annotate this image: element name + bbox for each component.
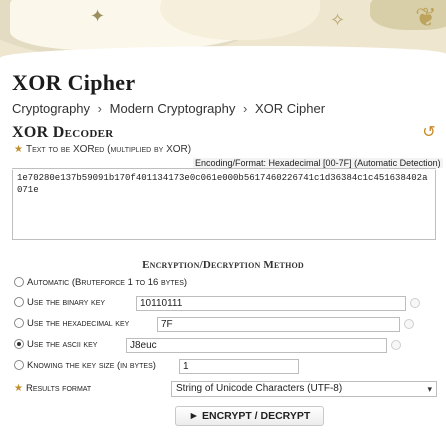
- textarea-border: [12, 168, 436, 169]
- breadcrumb-separator: ›: [97, 101, 103, 116]
- radio-button[interactable]: [14, 276, 24, 287]
- option-key-size[interactable]: Knowing the key size (in bytes): [14, 359, 156, 371]
- banner-glyph: ✧: [330, 10, 346, 30]
- radio-button[interactable]: [14, 338, 24, 349]
- breadcrumb-item[interactable]: XOR Cipher: [255, 101, 325, 116]
- breadcrumb-separator: ›: [243, 101, 248, 116]
- results-format-label: ★ Results format: [14, 383, 92, 395]
- radio-button[interactable]: [14, 317, 24, 328]
- results-format-select[interactable]: String of Unicode Characters (UTF-8) ▾: [171, 381, 437, 397]
- clear-icon[interactable]: [391, 340, 401, 350]
- clear-icon[interactable]: [404, 319, 414, 329]
- refresh-icon[interactable]: ↺: [421, 125, 437, 141]
- cipher-text-input[interactable]: 1e70280e137b59091b170f401134173e0c061e00…: [12, 170, 436, 240]
- clear-icon[interactable]: [410, 298, 420, 308]
- breadcrumb-item[interactable]: Modern Cryptography: [110, 101, 236, 116]
- star-icon: ★: [14, 383, 23, 395]
- banner-glyph: ✦: [90, 6, 106, 26]
- encrypt-decrypt-button[interactable]: ► ENCRYPT / DECRYPT: [175, 406, 324, 426]
- hex-key-input[interactable]: 7F: [157, 317, 400, 332]
- header-banner: ✦ ✧ ❦: [0, 0, 446, 62]
- key-size-input[interactable]: 1: [179, 359, 299, 374]
- ascii-key-input[interactable]: J8euc: [126, 338, 387, 353]
- page-title: XOR Cipher: [12, 70, 136, 95]
- text-field-label: ★ Text to be XORed (multiplied by XOR): [14, 144, 192, 155]
- breadcrumb-item[interactable]: Cryptography: [12, 101, 90, 116]
- option-binary-key[interactable]: Use the binary key: [14, 296, 105, 308]
- chevron-down-icon: ▾: [427, 384, 432, 394]
- breadcrumb: Cryptography › Modern Cryptography › XOR…: [12, 101, 329, 116]
- encoding-format-label: Encoding/Format: Hexadecimal [00-7F] (Au…: [193, 158, 443, 168]
- decoder-title: XOR Decoder: [12, 124, 114, 141]
- option-automatic[interactable]: Automatic (Bruteforce 1 to 16 bytes): [14, 276, 187, 288]
- star-icon: ★: [14, 144, 23, 155]
- method-section-title: Encryption/Decryption Method: [142, 259, 304, 271]
- binary-key-input[interactable]: 10110111: [136, 296, 406, 311]
- banner-glyph: ❦: [415, 2, 437, 32]
- option-ascii-key[interactable]: Use the ascii key: [14, 338, 97, 350]
- option-hex-key[interactable]: Use the hexadecimal key: [14, 317, 129, 329]
- radio-button[interactable]: [14, 359, 24, 370]
- radio-button[interactable]: [14, 296, 24, 307]
